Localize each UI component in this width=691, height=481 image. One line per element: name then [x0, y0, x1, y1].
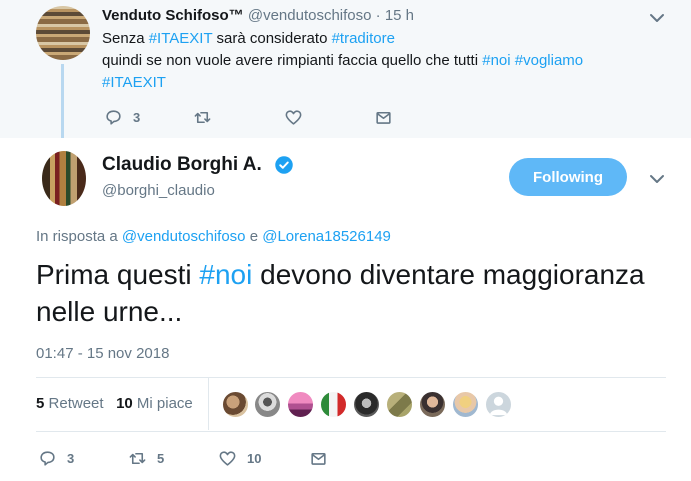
- reply-context: In risposta a @vendutoschifoso e @Lorena…: [36, 228, 391, 245]
- chevron-down-icon: [650, 175, 664, 183]
- parent-line-2: quindi se non vuole avere rimpianti facc…: [102, 50, 662, 72]
- liker-avatar[interactable]: [254, 391, 281, 418]
- engagement-stats: 5 Retweet 10 Mi piace: [36, 395, 193, 412]
- main-retweet-button[interactable]: 5: [128, 449, 164, 468]
- liker-avatar[interactable]: [353, 391, 380, 418]
- reply-icon: [106, 110, 121, 125]
- liker-avatar[interactable]: [222, 391, 249, 418]
- divider: [36, 431, 666, 432]
- main-reply-button[interactable]: 3: [38, 449, 74, 468]
- hashtag-link[interactable]: #traditore: [332, 30, 395, 47]
- main-retweet-count: 5: [157, 451, 165, 466]
- text-span: sarà considerato: [212, 30, 332, 47]
- parent-tweet-text: Senza #ITAEXIT sarà considerato #tradito…: [102, 28, 662, 94]
- hashtag-link[interactable]: #noi: [199, 259, 252, 290]
- retweets-stat[interactable]: 5 Retweet: [36, 395, 104, 412]
- hashtag-link[interactable]: #ITAEXIT: [149, 30, 213, 47]
- parent-retweet-button[interactable]: [193, 108, 222, 127]
- parent-reply-count: 3: [133, 110, 141, 125]
- envelope-icon: [376, 111, 391, 124]
- liker-avatar[interactable]: [320, 391, 347, 418]
- parent-tweet[interactable]: Venduto Schifoso™ @vendutoschifoso · 15 …: [0, 0, 691, 138]
- parent-time[interactable]: · 15 h: [372, 7, 414, 24]
- liker-avatar[interactable]: [452, 391, 479, 418]
- parent-header: Venduto Schifoso™ @vendutoschifoso · 15 …: [102, 7, 414, 24]
- retweet-icon: [194, 111, 211, 124]
- text-span: quindi se non vuole avere rimpianti facc…: [102, 52, 483, 69]
- parent-author-name[interactable]: Venduto Schifoso™: [102, 7, 244, 24]
- hashtag-link[interactable]: #vogliamo: [515, 52, 583, 69]
- main-like-button[interactable]: 10: [218, 449, 261, 468]
- main-reply-count: 3: [67, 451, 75, 466]
- parent-line-3: #ITAEXIT: [102, 72, 662, 94]
- reply-prefix: In risposta a: [36, 228, 122, 245]
- liker-avatar[interactable]: [287, 391, 314, 418]
- hashtag-link[interactable]: #noi: [482, 52, 510, 69]
- liker-avatar[interactable]: [419, 391, 446, 418]
- retweets-label: Retweet: [48, 395, 104, 412]
- following-button[interactable]: Following: [509, 158, 627, 196]
- liker-avatar[interactable]: [485, 391, 512, 418]
- parent-more-button[interactable]: [647, 8, 667, 28]
- heart-icon: [285, 110, 302, 125]
- main-avatar[interactable]: [42, 151, 86, 206]
- reply-icon: [40, 451, 55, 466]
- reply-conjunction: e: [245, 228, 263, 245]
- retweet-icon: [129, 452, 146, 465]
- heart-icon: [219, 451, 236, 466]
- hashtag-link[interactable]: #ITAEXIT: [102, 74, 166, 91]
- retweets-count: 5: [36, 395, 45, 412]
- thread-line: [61, 64, 64, 138]
- likes-stat[interactable]: 10 Mi piace: [116, 395, 193, 412]
- envelope-icon: [311, 452, 326, 465]
- parent-line-1: Senza #ITAEXIT sarà considerato #tradito…: [102, 28, 662, 50]
- likes-label: Mi piace: [136, 395, 193, 412]
- mention-link[interactable]: @vendutoschifoso: [122, 228, 246, 245]
- parent-dm-button[interactable]: [374, 108, 393, 127]
- text-span: Prima questi: [36, 259, 200, 290]
- parent-avatar[interactable]: [36, 6, 90, 60]
- tweet-timestamp[interactable]: 01:47 - 15 nov 2018: [36, 345, 169, 362]
- text-span: Senza: [102, 30, 149, 47]
- main-more-button[interactable]: [647, 169, 667, 189]
- main-dm-button[interactable]: [309, 449, 328, 468]
- liker-avatar[interactable]: [386, 391, 413, 418]
- main-author-handle[interactable]: @borghi_claudio: [102, 182, 215, 199]
- main-tweet-text: Prima questi #noi devono diventare maggi…: [36, 256, 656, 330]
- chevron-down-icon: [650, 14, 664, 22]
- parent-author-handle[interactable]: @vendutoschifoso: [248, 7, 372, 24]
- likes-count: 10: [116, 395, 133, 412]
- parent-like-button[interactable]: [284, 108, 313, 127]
- stats-separator: [208, 378, 209, 430]
- main-author-name[interactable]: Claudio Borghi A.: [102, 154, 262, 176]
- mention-link[interactable]: @Lorena18526149: [262, 228, 391, 245]
- divider: [36, 377, 666, 378]
- main-like-count: 10: [247, 451, 262, 466]
- default-avatar-icon: [489, 396, 508, 416]
- parent-reply-button[interactable]: 3: [104, 108, 140, 127]
- verified-badge-icon: [274, 155, 294, 175]
